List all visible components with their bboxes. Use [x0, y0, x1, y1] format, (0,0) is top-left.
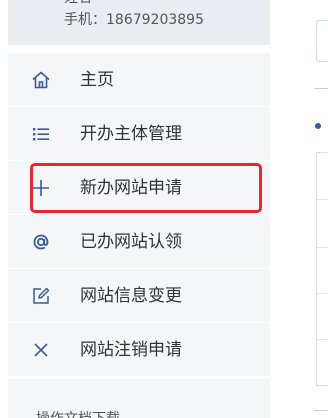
sidebar-item-website-cancel[interactable]: 网站注销申请 — [8, 323, 270, 377]
top-input-box[interactable] — [316, 20, 328, 62]
table-row-divider — [317, 199, 328, 200]
sidebar-item-label: 网站信息变更 — [80, 285, 182, 306]
at-icon — [30, 231, 52, 253]
sidebar-section-label: 操作文档下载 — [36, 408, 120, 418]
user-name: 姓名 — [64, 0, 92, 6]
sidebar-item-label: 已办网站认领 — [80, 231, 182, 252]
sidebar-item-new-website[interactable]: 新办网站申请 — [8, 161, 270, 215]
content-table — [316, 152, 328, 386]
close-icon — [30, 339, 52, 361]
home-icon — [30, 69, 52, 91]
sidebar-item-label: 开办主体管理 — [80, 123, 182, 144]
list-icon — [30, 123, 52, 145]
sidebar-item-home[interactable]: 主页 — [8, 53, 270, 107]
sidebar-item-claim-website[interactable]: 已办网站认领 — [8, 215, 270, 269]
sidebar-nav: 主页 开办主体管理 新办网站申请 已办网站认领 网站信息变更 网站注销申请 — [8, 53, 270, 377]
divider — [314, 88, 328, 89]
user-phone: 手机：18679203895 — [64, 12, 204, 28]
bullet-dot — [315, 123, 321, 129]
divider — [314, 410, 328, 411]
plus-icon — [30, 177, 52, 199]
main-content — [286, 0, 328, 418]
sidebar-item-website-change[interactable]: 网站信息变更 — [8, 269, 270, 323]
app-window: 姓名 手机：18679203895 主页 — [0, 0, 328, 418]
sidebar-item-label: 新办网站申请 — [80, 177, 182, 198]
table-row-divider — [317, 247, 328, 248]
sidebar-item-entity-management[interactable]: 开办主体管理 — [8, 107, 270, 161]
sidebar-item-label: 主页 — [80, 69, 114, 90]
sidebar: 姓名 手机：18679203895 主页 — [0, 0, 270, 418]
table-row-divider — [317, 293, 328, 294]
edit-icon — [30, 285, 52, 307]
table-row-divider — [317, 339, 328, 340]
sidebar-item-label: 网站注销申请 — [80, 339, 182, 360]
sidebar-next-section: 操作文档下载 — [8, 379, 270, 418]
user-info-card: 姓名 手机：18679203895 — [8, 0, 270, 45]
